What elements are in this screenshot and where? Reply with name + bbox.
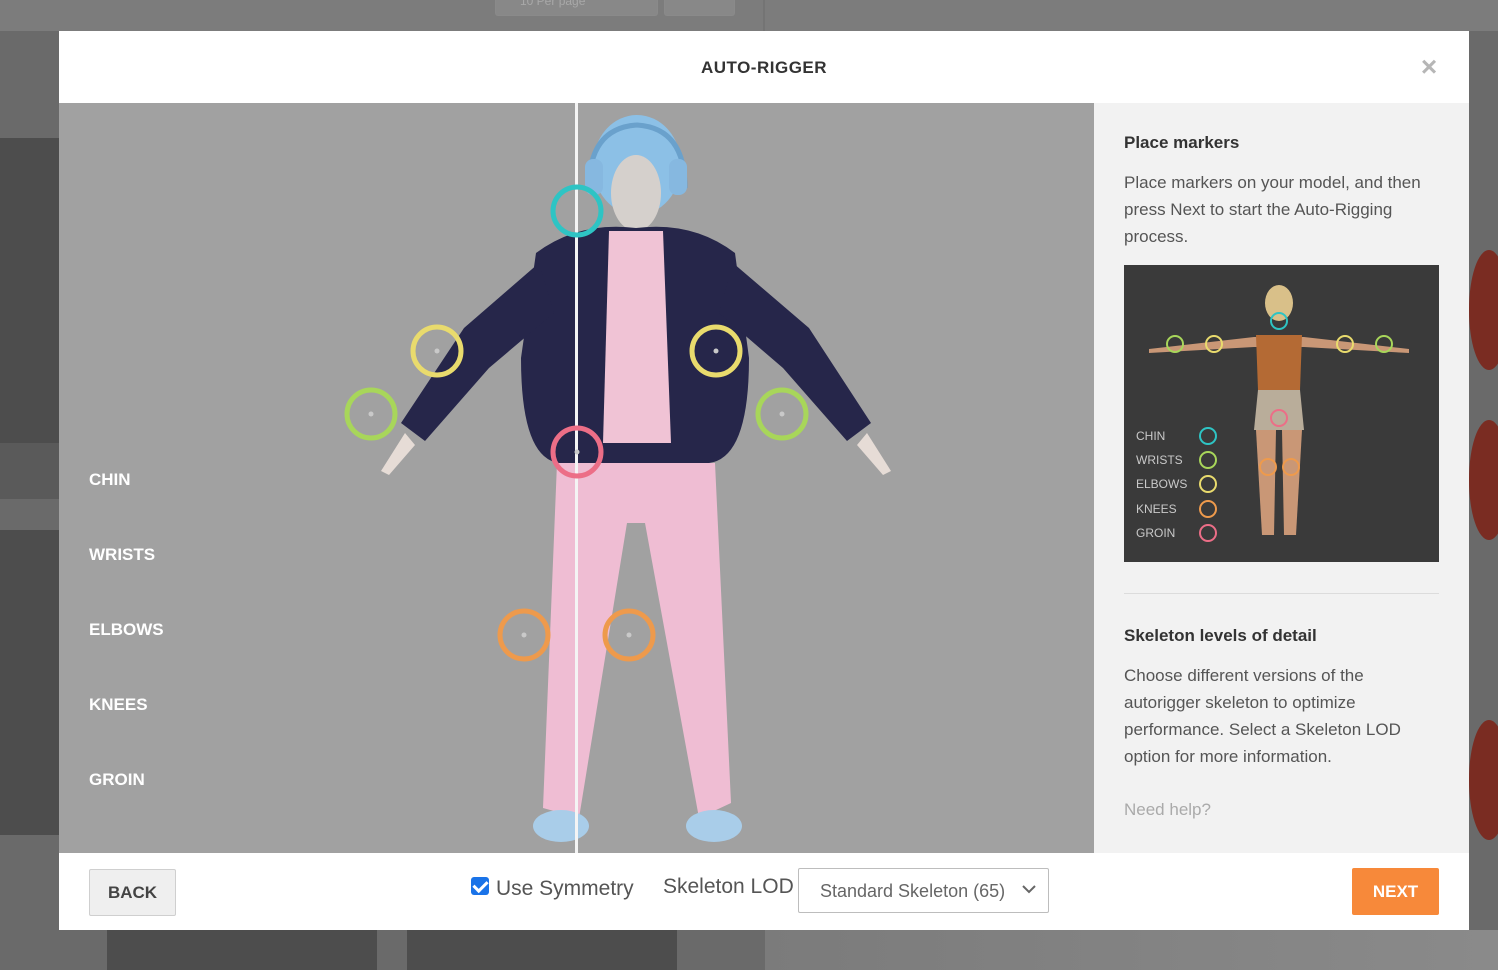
background-tile — [107, 930, 377, 970]
need-help-link[interactable]: Need help? — [1124, 800, 1211, 820]
reference-image: CHIN WRISTS ELBOWS KNEES GROIN — [1124, 265, 1439, 562]
background-tile — [0, 443, 59, 499]
place-markers-text: Place markers on your model, and then pr… — [1124, 173, 1421, 246]
chin-marker[interactable] — [550, 184, 604, 238]
skeleton-lod-label: Skeleton LOD — [663, 875, 794, 898]
skeleton-lod-select[interactable]: Standard Skeleton (65) — [798, 868, 1049, 913]
dialog-title: AUTO-RIGGER — [700, 58, 828, 77]
chevron-down-icon — [1022, 885, 1036, 894]
reference-legend-groin: GROIN — [1136, 526, 1176, 540]
auto-rigger-dialog: AUTO-RIGGER × CHIN WRISTS ELBOWS KNEES G… — [59, 31, 1469, 930]
knee-marker-left[interactable] — [497, 608, 551, 662]
marker-label-wrists[interactable]: WRISTS — [89, 545, 155, 565]
reference-legend-elbows: ELBOWS — [1136, 477, 1188, 491]
lod-text: Choose different versions of the autorig… — [1124, 666, 1401, 766]
background-per-page-select: 10 Per page — [495, 0, 658, 16]
background-tile — [407, 930, 677, 970]
help-sidebar: Place markers Place markers on your mode… — [1094, 103, 1469, 853]
marker-layer — [344, 184, 809, 662]
background-figure — [1469, 420, 1498, 540]
place-markers-title: Place markers — [1124, 133, 1240, 152]
background-divider — [763, 0, 765, 31]
background-tile — [0, 138, 59, 443]
background-floor — [765, 930, 1498, 970]
marker-label-groin[interactable]: GROIN — [89, 770, 145, 790]
dialog-header: AUTO-RIGGER × — [59, 31, 1469, 103]
elbow-marker-left[interactable] — [410, 324, 464, 378]
marker-label-elbows[interactable]: ELBOWS — [89, 620, 164, 640]
skeleton-lod-value: Standard Skeleton (65) — [820, 881, 1006, 901]
background-toolbar — [0, 0, 1498, 31]
background-tile — [0, 530, 59, 835]
back-button[interactable]: BACK — [89, 869, 176, 916]
model-viewport[interactable]: CHIN WRISTS ELBOWS KNEES GROIN — [59, 103, 1094, 853]
wrist-marker-left[interactable] — [344, 387, 398, 441]
marker-label-knees[interactable]: KNEES — [89, 695, 148, 715]
reference-legend-knees: KNEES — [1136, 502, 1177, 516]
wrist-marker-right[interactable] — [755, 387, 809, 441]
background-figure — [1469, 250, 1498, 370]
marker-label-chin[interactable]: CHIN — [89, 470, 131, 490]
reference-legend-wrists: WRISTS — [1136, 453, 1183, 467]
lod-title: Skeleton levels of detail — [1124, 626, 1317, 645]
groin-marker[interactable] — [550, 425, 604, 479]
close-icon[interactable]: × — [1417, 53, 1441, 81]
use-symmetry-checkbox[interactable] — [471, 877, 489, 895]
sidebar-divider — [1124, 593, 1439, 594]
reference-legend-chin: CHIN — [1136, 429, 1166, 443]
reference-model — [1149, 285, 1409, 542]
use-symmetry-label[interactable]: Use Symmetry — [496, 877, 634, 901]
background-per-page-text: 10 Per page — [520, 0, 586, 8]
background-settings-button — [664, 0, 735, 16]
background-figure — [1469, 720, 1498, 840]
elbow-marker-right[interactable] — [689, 324, 743, 378]
knee-marker-right[interactable] — [602, 608, 656, 662]
next-button[interactable]: NEXT — [1352, 868, 1439, 915]
dialog-footer: BACK Use Symmetry Skeleton LOD Standard … — [59, 853, 1469, 930]
